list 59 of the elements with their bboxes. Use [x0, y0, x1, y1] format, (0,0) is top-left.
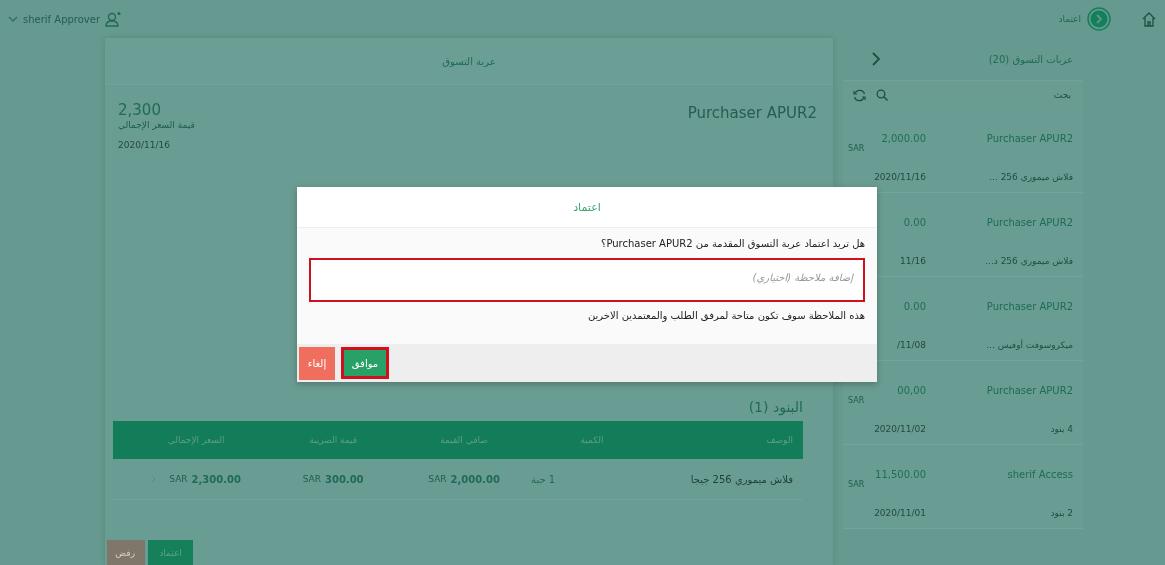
item-date: 2020/11/02 — [874, 424, 926, 434]
item-date: /11/08 — [897, 340, 926, 350]
home-icon[interactable] — [1141, 11, 1157, 27]
chevron-down-icon[interactable] — [8, 15, 18, 23]
item-date: 11/16 — [900, 256, 926, 266]
search-input[interactable]: بحث — [898, 89, 1073, 101]
requester-name: sherif Access — [1007, 469, 1073, 480]
refresh-icon[interactable] — [853, 88, 866, 102]
column-header: صافي القيمة — [439, 435, 489, 445]
requester-name: Purchaser APUR2 — [986, 133, 1073, 144]
panel-title: عربة التسوق — [442, 55, 496, 67]
page-label: اعتماد — [1058, 14, 1081, 24]
item-summary: فلاش ميموري 256 ... — [989, 172, 1073, 182]
search-icon[interactable] — [876, 89, 888, 101]
item-summary: 4 بنود — [1050, 424, 1073, 434]
table-cell-text: فلاش ميموري 256 جيجا — [689, 473, 793, 485]
column-header: السعر الإجمالي — [166, 435, 226, 445]
cart-date: 2020/11/16 — [118, 140, 171, 150]
requester-name: Purchaser APUR2 — [986, 385, 1073, 396]
amount-cell: 2,000.00 — [450, 473, 500, 485]
column-header: الوصف — [765, 435, 793, 445]
requester-name: Purchaser APUR2 — [986, 217, 1073, 228]
total-label: قيمة السعر الإجمالي — [118, 120, 195, 130]
item-summary: ميكروسوفت أوفيس ... — [986, 340, 1073, 350]
currency-label: SAR — [848, 480, 865, 489]
chevron-right-icon[interactable] — [871, 52, 881, 66]
requester-name: Purchaser APUR2 — [986, 301, 1073, 312]
column-header: قيمة الضريبة — [308, 435, 359, 445]
currency-label: SAR — [302, 474, 321, 484]
total-amount: 2,300 — [118, 101, 162, 119]
amount-cell: 2,300.00 — [191, 473, 241, 485]
currency-label: SAR — [848, 144, 865, 153]
reject-button[interactable]: رفض — [107, 540, 145, 565]
currency-label: SAR — [169, 474, 188, 484]
circle-arrow-icon[interactable] — [1087, 7, 1111, 31]
item-summary: 2 بنود — [1050, 508, 1073, 518]
column-header: الكمية — [579, 435, 605, 445]
note-field[interactable]: إضافة ملاحظة (اختياري) — [309, 258, 865, 302]
amount-text: 00,00 — [897, 385, 926, 396]
items-heading: البنود (1) — [748, 399, 803, 415]
amount-text: 0.00 — [903, 217, 926, 228]
cancel-button[interactable]: إلغاء — [299, 346, 335, 380]
dialog-title: اعتماد — [573, 200, 601, 214]
currency-label: SAR — [848, 396, 865, 405]
amount-text: 0.00 — [903, 301, 926, 312]
currency-label: SAR — [428, 474, 447, 484]
requester-name: Purchaser APUR2 — [687, 104, 817, 124]
amount-text: 2,000.00 — [881, 133, 926, 144]
confirm-button[interactable]: موافق — [341, 347, 389, 379]
amount-cell: 300.00 — [325, 473, 364, 485]
item-date: 2020/11/01 — [874, 508, 926, 518]
item-date: 2020/11/16 — [874, 172, 926, 182]
table-cell-text: 1 حبة — [531, 473, 557, 485]
amount-text: 11,500.00 — [875, 469, 926, 480]
search-field[interactable]: بحث — [843, 80, 1083, 109]
user-icon[interactable] — [105, 11, 122, 27]
list-title: عربات التسوق (20) — [988, 53, 1073, 65]
user-name[interactable]: sherif Approver — [23, 13, 101, 25]
item-summary: فلاش ميموري 256 د... — [985, 256, 1073, 266]
